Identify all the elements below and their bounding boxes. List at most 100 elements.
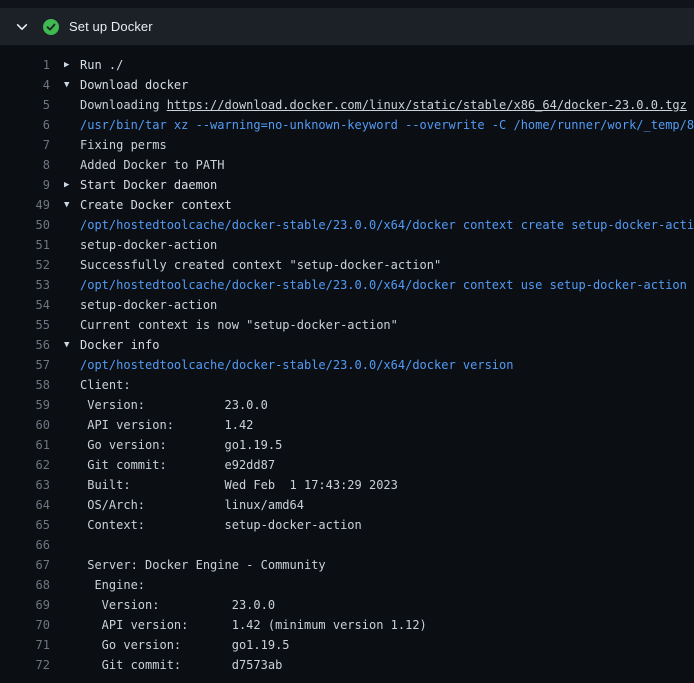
- group-collapse-icon[interactable]: ▼: [64, 340, 80, 350]
- log-text: Successfully created context "setup-dock…: [80, 258, 694, 272]
- log-text: API version: 1.42 (minimum version 1.12): [80, 618, 694, 632]
- group-expand-icon[interactable]: ▶: [64, 180, 80, 190]
- log-text: Built: Wed Feb 1 17:43:29 2023: [80, 478, 694, 492]
- log-line: 8 Added Docker to PATH: [0, 155, 694, 175]
- log-line: 52 Successfully created context "setup-do…: [0, 255, 694, 275]
- chevron-down-icon[interactable]: [14, 19, 30, 35]
- line-number[interactable]: 7: [0, 138, 50, 152]
- line-number[interactable]: 9: [0, 178, 50, 192]
- log-text: Fixing perms: [80, 138, 694, 152]
- log-text: setup-docker-action: [80, 298, 694, 312]
- log-line: 53/opt/hostedtoolcache/docker-stable/23.…: [0, 275, 694, 295]
- line-number[interactable]: 51: [0, 238, 50, 252]
- line-number[interactable]: 49: [0, 198, 50, 212]
- line-number[interactable]: 68: [0, 578, 50, 592]
- line-number[interactable]: 72: [0, 658, 50, 672]
- log-line: 57/opt/hostedtoolcache/docker-stable/23.…: [0, 355, 694, 375]
- log-area[interactable]: 1▶Run ./4▼Download docker5Downloading ht…: [0, 45, 694, 683]
- group-expand-icon[interactable]: ▶: [64, 60, 80, 70]
- log-text: OS/Arch: linux/amd64: [80, 498, 694, 512]
- line-number[interactable]: 5: [0, 98, 50, 112]
- line-number[interactable]: 58: [0, 378, 50, 392]
- line-number[interactable]: 1: [0, 58, 50, 72]
- log-text: Version: 23.0.0: [80, 598, 694, 612]
- log-text: setup-docker-action: [80, 238, 694, 252]
- log-line: 50/opt/hostedtoolcache/docker-stable/23.…: [0, 215, 694, 235]
- line-number[interactable]: 52: [0, 258, 50, 272]
- log-line: 9 ▶Start Docker daemon: [0, 175, 694, 195]
- line-number[interactable]: 70: [0, 618, 50, 632]
- log-text: Version: 23.0.0: [80, 398, 694, 412]
- log-command-text: /opt/hostedtoolcache/docker-stable/23.0.…: [80, 278, 694, 292]
- log-line: 71 Go version: go1.19.5: [0, 635, 694, 655]
- line-number[interactable]: 53: [0, 278, 50, 292]
- line-number[interactable]: 56: [0, 338, 50, 352]
- log-text-part: Downloading: [80, 98, 167, 112]
- log-line: 7 Fixing perms: [0, 135, 694, 155]
- log-text: Client:: [80, 378, 694, 392]
- log-line: 62 Git commit: e92dd87: [0, 455, 694, 475]
- log-line: 65 Context: setup-docker-action: [0, 515, 694, 535]
- line-number[interactable]: 66: [0, 538, 50, 552]
- line-number[interactable]: 64: [0, 498, 50, 512]
- log-link[interactable]: https://download.docker.com/linux/static…: [167, 98, 687, 112]
- log-line: 5 Downloading https://download.docker.com…: [0, 95, 694, 115]
- log-line: 56 ▼Docker info: [0, 335, 694, 355]
- line-number[interactable]: 67: [0, 558, 50, 572]
- log-command-text: /opt/hostedtoolcache/docker-stable/23.0.…: [80, 358, 694, 372]
- line-number[interactable]: 63: [0, 478, 50, 492]
- log-text: Download docker: [80, 78, 694, 92]
- line-number[interactable]: 57: [0, 358, 50, 372]
- log-text: Run ./: [80, 58, 694, 72]
- step-header[interactable]: Set up Docker: [0, 8, 694, 45]
- line-number[interactable]: 60: [0, 418, 50, 432]
- log-text: Added Docker to PATH: [80, 158, 694, 172]
- log-lines: 1▶Run ./4▼Download docker5Downloading ht…: [0, 55, 694, 675]
- log-text: Go version: go1.19.5: [80, 438, 694, 452]
- check-circle-icon: [43, 19, 59, 35]
- line-number[interactable]: 65: [0, 518, 50, 532]
- log-line: 67 Server: Docker Engine - Community: [0, 555, 694, 575]
- log-line: 54 setup-docker-action: [0, 295, 694, 315]
- log-text: Docker info: [80, 338, 694, 352]
- log-line: 1 ▶Run ./: [0, 55, 694, 75]
- line-number[interactable]: 59: [0, 398, 50, 412]
- line-number[interactable]: 8: [0, 158, 50, 172]
- log-command-text: /usr/bin/tar xz --warning=no-unknown-key…: [80, 118, 694, 132]
- log-text: Git commit: e92dd87: [80, 458, 694, 472]
- log-text: API version: 1.42: [80, 418, 694, 432]
- log-line: 66: [0, 535, 694, 555]
- line-number[interactable]: 4: [0, 78, 50, 92]
- log-text: Downloading https://download.docker.com/…: [80, 98, 694, 112]
- line-number[interactable]: 71: [0, 638, 50, 652]
- log-text: Create Docker context: [80, 198, 694, 212]
- log-line: 58 Client:: [0, 375, 694, 395]
- log-line: 61 Go version: go1.19.5: [0, 435, 694, 455]
- log-line: 60 API version: 1.42: [0, 415, 694, 435]
- log-text: Server: Docker Engine - Community: [80, 558, 694, 572]
- line-number[interactable]: 61: [0, 438, 50, 452]
- log-text: Engine:: [80, 578, 694, 592]
- log-line: 69 Version: 23.0.0: [0, 595, 694, 615]
- log-text: Git commit: d7573ab: [80, 658, 694, 672]
- line-number[interactable]: 6: [0, 118, 50, 132]
- line-number[interactable]: 62: [0, 458, 50, 472]
- log-line: 64 OS/Arch: linux/amd64: [0, 495, 694, 515]
- log-line: 68 Engine:: [0, 575, 694, 595]
- log-line: 59 Version: 23.0.0: [0, 395, 694, 415]
- group-collapse-icon[interactable]: ▼: [64, 200, 80, 210]
- group-collapse-icon[interactable]: ▼: [64, 80, 80, 90]
- log-text: Start Docker daemon: [80, 178, 694, 192]
- line-number[interactable]: 55: [0, 318, 50, 332]
- line-number[interactable]: 54: [0, 298, 50, 312]
- log-command-text: /opt/hostedtoolcache/docker-stable/23.0.…: [80, 218, 694, 232]
- log-line: 6/usr/bin/tar xz --warning=no-unknown-ke…: [0, 115, 694, 135]
- line-number[interactable]: 50: [0, 218, 50, 232]
- log-line: 63 Built: Wed Feb 1 17:43:29 2023: [0, 475, 694, 495]
- log-line: 49 ▼Create Docker context: [0, 195, 694, 215]
- log-text: Go version: go1.19.5: [80, 638, 694, 652]
- log-line: 55Current context is now "setup-docker-a…: [0, 315, 694, 335]
- line-number[interactable]: 69: [0, 598, 50, 612]
- log-line: 72 Git commit: d7573ab: [0, 655, 694, 675]
- step-title: Set up Docker: [69, 19, 153, 34]
